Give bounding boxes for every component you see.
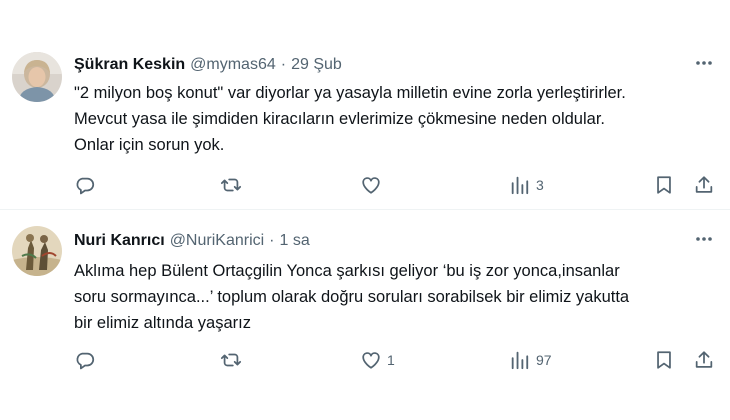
bookmark-icon bbox=[653, 349, 675, 371]
user-handle[interactable]: @NuriKanrici bbox=[170, 232, 264, 250]
tweet[interactable]: Nuri Kanrıcı @NuriKanrici · 1 sa Aklıma … bbox=[0, 210, 730, 420]
more-button[interactable] bbox=[692, 231, 716, 251]
reply-button[interactable] bbox=[74, 173, 101, 197]
retweet-button[interactable] bbox=[220, 348, 247, 372]
tweet[interactable]: Şükran Keskin @mymas64 · 29 Şub "2 milyo… bbox=[0, 0, 730, 209]
tweet-text: Aklıma hep Bülent Ortaçgilin Yonca şarkı… bbox=[74, 258, 719, 336]
view-count: 97 bbox=[536, 352, 552, 368]
bookmark-icon bbox=[653, 174, 675, 196]
views-button[interactable]: 3 bbox=[509, 173, 544, 197]
like-button[interactable]: 1 bbox=[360, 348, 395, 372]
more-icon bbox=[694, 53, 714, 78]
display-name[interactable]: Şükran Keskin bbox=[74, 56, 185, 74]
share-icon bbox=[693, 174, 715, 196]
reply-button[interactable] bbox=[74, 348, 101, 372]
action-bar: 1 97 bbox=[74, 348, 720, 372]
more-icon bbox=[694, 229, 714, 254]
tweet-text-line: Aklıma hep Bülent Ortaçgilin Yonca şarkı… bbox=[74, 262, 620, 280]
retweet-icon bbox=[220, 349, 242, 371]
bookmark-button[interactable] bbox=[653, 173, 675, 197]
avatar[interactable] bbox=[12, 52, 62, 102]
share-icon bbox=[693, 349, 715, 371]
retweet-button[interactable] bbox=[220, 173, 247, 197]
tweet-header: Nuri Kanrıcı @NuriKanrici · 1 sa bbox=[74, 231, 310, 251]
timestamp[interactable]: 1 sa bbox=[280, 232, 310, 250]
more-button[interactable] bbox=[692, 55, 716, 75]
timestamp[interactable]: 29 Şub bbox=[291, 56, 342, 74]
retweet-icon bbox=[220, 174, 242, 196]
view-count: 3 bbox=[536, 177, 544, 193]
separator: · bbox=[280, 56, 287, 73]
views-button[interactable]: 97 bbox=[509, 348, 552, 372]
tweet-text-line: soru sormayınca...’ toplum olarak doğru … bbox=[74, 288, 630, 306]
action-bar: 3 bbox=[74, 173, 720, 197]
like-count: 1 bbox=[387, 352, 395, 368]
separator: · bbox=[269, 232, 275, 249]
tweet-text: "2 milyon boş konut" var diyorlar ya yas… bbox=[74, 80, 719, 158]
views-icon bbox=[509, 349, 531, 371]
like-button[interactable] bbox=[360, 173, 387, 197]
avatar[interactable] bbox=[12, 226, 62, 276]
tweet-text-line: Onlar için sorun yok. bbox=[74, 136, 225, 154]
share-button[interactable] bbox=[693, 173, 715, 197]
bookmark-button[interactable] bbox=[653, 348, 675, 372]
like-icon bbox=[360, 349, 382, 371]
reply-icon bbox=[74, 174, 96, 196]
user-handle[interactable]: @mymas64 bbox=[190, 56, 276, 74]
tweet-text-line: bir elimiz altında yaşarız bbox=[74, 314, 251, 332]
reply-icon bbox=[74, 349, 96, 371]
tweet-text-line: Mevcut yasa ile şimdiden kiracıların evl… bbox=[74, 110, 605, 128]
display-name[interactable]: Nuri Kanrıcı bbox=[74, 232, 165, 250]
tweet-header: Şükran Keskin @mymas64 · 29 Şub bbox=[74, 55, 342, 75]
tweet-text-line: "2 milyon boş konut" var diyorlar ya yas… bbox=[74, 84, 626, 102]
like-icon bbox=[360, 174, 382, 196]
share-button[interactable] bbox=[693, 348, 715, 372]
views-icon bbox=[509, 174, 531, 196]
